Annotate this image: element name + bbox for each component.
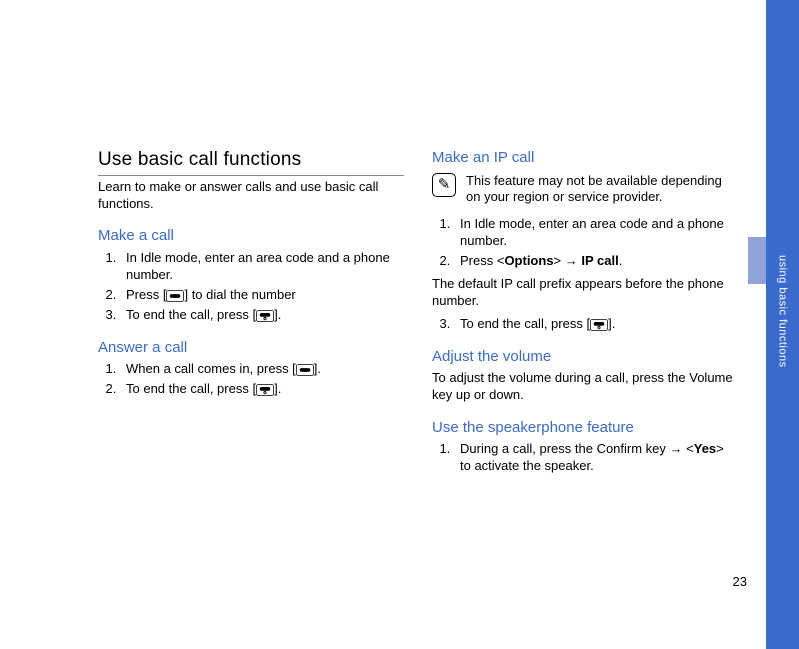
softkey-label: Yes — [694, 441, 716, 456]
end-key-icon — [256, 384, 274, 396]
step-text: To end the call, press [ — [126, 381, 256, 396]
list-item: To end the call, press []. — [120, 307, 404, 324]
volume-text: To adjust the volume during a call, pres… — [432, 370, 738, 404]
content-area: Use basic call functions Learn to make o… — [98, 148, 738, 481]
page-number: 23 — [0, 574, 747, 589]
section-heading: Use basic call functions — [98, 148, 404, 176]
speakerphone-steps: During a call, press the Confirm key → <… — [432, 441, 738, 475]
list-item: During a call, press the Confirm key → <… — [454, 441, 738, 475]
note-box: ✎ This feature may not be available depe… — [432, 173, 738, 207]
right-column: Make an IP call ✎ This feature may not b… — [432, 148, 738, 481]
list-item: To end the call, press []. — [120, 381, 404, 398]
step-text: ]. — [608, 316, 615, 331]
step-text: ]. — [274, 307, 281, 322]
step-text: When a call comes in, press [ — [126, 361, 296, 376]
call-key-icon — [296, 364, 314, 376]
list-item: When a call comes in, press []. — [120, 361, 404, 378]
ip-call-steps-cont: To end the call, press []. — [432, 316, 738, 333]
step-text: During a call, press the Confirm key → < — [460, 441, 694, 456]
step-text: ]. — [314, 361, 321, 376]
note-icon: ✎ — [432, 173, 456, 197]
step-subtext: The default IP call prefix appears befor… — [432, 276, 738, 310]
step-text: ] to dial the number — [184, 287, 295, 302]
list-item: To end the call, press []. — [454, 316, 738, 333]
make-call-steps: In Idle mode, enter an area code and a p… — [98, 250, 404, 324]
make-call-heading: Make a call — [98, 226, 404, 246]
step-text: To end the call, press [ — [126, 307, 256, 322]
list-item: In Idle mode, enter an area code and a p… — [454, 216, 738, 250]
end-key-icon — [590, 319, 608, 331]
volume-heading: Adjust the volume — [432, 347, 738, 367]
manual-page: using basic functions Use basic call fun… — [0, 0, 799, 649]
step-text: To end the call, press [ — [460, 316, 590, 331]
list-item: Press [ ] to dial the number — [120, 287, 404, 304]
speakerphone-heading: Use the speakerphone feature — [432, 418, 738, 438]
list-item: In Idle mode, enter an area code and a p… — [120, 250, 404, 284]
ip-call-steps: In Idle mode, enter an area code and a p… — [432, 216, 738, 270]
step-text: ]. — [274, 381, 281, 396]
side-section-label: using basic functions — [766, 255, 799, 415]
step-text: > → — [554, 253, 582, 268]
left-column: Use basic call functions Learn to make o… — [98, 148, 404, 481]
section-intro: Learn to make or answer calls and use ba… — [98, 179, 404, 213]
step-text: . — [619, 253, 623, 268]
list-item: Press <Options> → IP call. — [454, 253, 738, 270]
call-key-icon — [166, 290, 184, 302]
end-key-icon — [256, 310, 274, 322]
step-text: Press < — [460, 253, 504, 268]
answer-call-heading: Answer a call — [98, 338, 404, 358]
note-text: This feature may not be available depend… — [466, 173, 738, 207]
menu-label: IP call — [581, 253, 618, 268]
softkey-label: Options — [504, 253, 553, 268]
ip-call-heading: Make an IP call — [432, 148, 738, 168]
side-tab-marker — [748, 237, 766, 284]
step-text: Press [ — [126, 287, 166, 302]
answer-call-steps: When a call comes in, press []. To end t… — [98, 361, 404, 398]
